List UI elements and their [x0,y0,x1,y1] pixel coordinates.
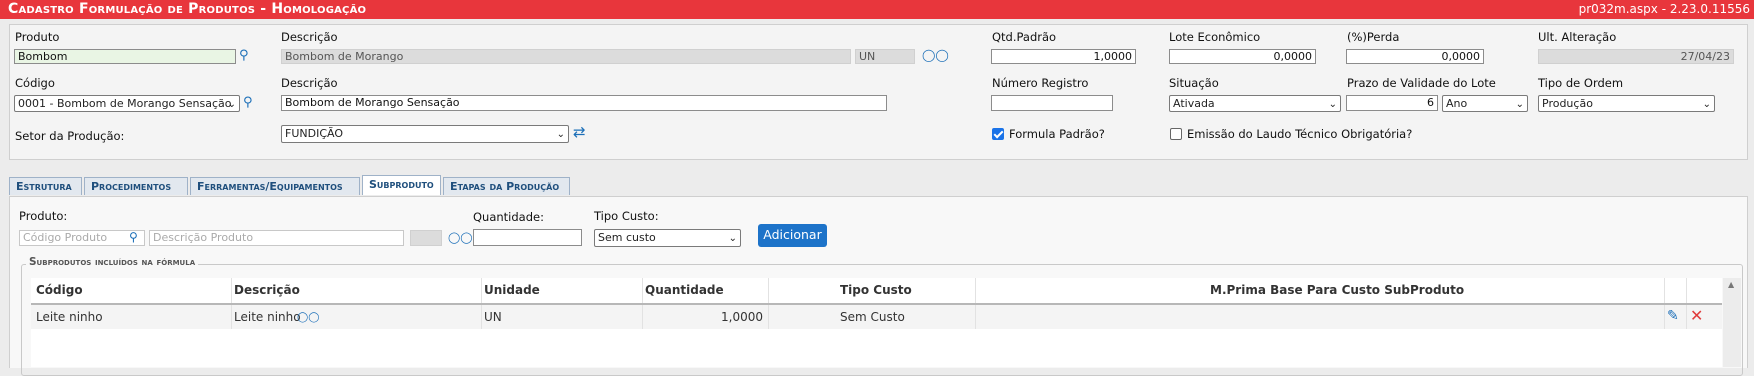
quantidade-input[interactable] [473,229,582,246]
chevron-down-icon: ⌄ [556,129,565,140]
sub-codigo-input[interactable]: Código Produto [19,230,145,246]
codigo-label: Código [15,76,55,90]
sub-descricao-input[interactable]: Descrição Produto [149,230,404,246]
lote-economico-input[interactable]: 0,0000 [1169,49,1316,64]
chevron-down-icon: ⌄ [728,233,737,244]
chevron-down-icon: ⌄ [227,99,236,110]
ult-alteracao-label: Ult. Alteração [1538,30,1617,44]
vertical-scrollbar[interactable]: ▲ [1723,278,1741,367]
binoculars-icon[interactable]: ◯◯ [922,49,949,62]
window-title: Cadastro Formulação de Produtos - Homolo… [8,1,367,17]
adicionar-button[interactable]: Adicionar [758,224,827,247]
binoculars-icon[interactable]: ◯◯ [297,311,319,324]
descricao-readonly-field: Bombom de Morango [281,49,851,64]
tab-procedimentos[interactable]: Procedimentos [84,177,188,195]
prazo-validade-input[interactable]: 6 [1346,95,1438,111]
setor-label: Setor da Produção: [15,129,125,143]
descricao2-label: Descrição [281,76,338,90]
emissao-laudo-checkbox[interactable] [1170,128,1182,140]
tab-estrutura[interactable]: Estrutura [9,177,82,195]
emissao-laudo-label: Emissão do Laudo Técnico Obrigatória? [1187,127,1413,141]
setor-select-value: FUNDIÇÃO [285,127,343,140]
close-icon[interactable]: ✕ [1690,308,1703,324]
cell-tipo-custo: Sem Custo [840,310,905,324]
numero-registro-label: Número Registro [992,76,1089,90]
lote-economico-label: Lote Econômico [1169,30,1261,44]
tipo-ordem-select[interactable]: Produção ⌄ [1538,95,1715,112]
chevron-down-icon: ⌄ [1328,99,1337,110]
chevron-down-icon: ⌄ [1702,99,1711,110]
tipo-ordem-label: Tipo de Ordem [1538,76,1624,90]
prazo-unidade-value: Ano [1446,97,1468,110]
search-icon[interactable]: ⚲ [243,96,253,109]
qtd-padrao-label: Qtd.Padrão [992,30,1057,44]
tipo-custo-label: Tipo Custo: [594,209,659,223]
column-header-tipo-custo[interactable]: Tipo Custo [840,278,912,303]
unidade-readonly-field: UN [855,49,915,64]
sub-unidade-field [410,230,442,246]
qtd-padrao-input[interactable]: 1,0000 [991,49,1136,64]
produto-input[interactable]: Bombom [14,49,236,64]
search-icon[interactable]: ⚲ [129,231,138,244]
perda-label: (%)Perda [1347,30,1400,44]
sub-produto-label: Produto: [19,209,68,223]
formula-padrao-label: Formula Padrão? [1009,127,1105,141]
produto-label: Produto [15,30,60,44]
perda-input[interactable]: 0,0000 [1346,49,1484,64]
descricao2-input[interactable]: Bombom de Morango Sensação [281,95,887,111]
situacao-select[interactable]: Ativada ⌄ [1169,95,1341,112]
cell-quantidade: 1,0000 [721,310,763,324]
situacao-label: Situação [1169,76,1219,90]
binoculars-icon[interactable]: ◯◯ [448,231,473,244]
prazo-unidade-select[interactable]: Ano ⌄ [1442,95,1528,112]
tab-subproduto[interactable]: Subproduto [362,175,441,195]
prazo-validade-label: Prazo de Validade do Lote [1347,76,1496,90]
version-label: pr032m.aspx - 2.23.0.11556 [1578,2,1750,16]
chevron-down-icon: ⌄ [1515,99,1524,110]
scroll-up-arrow-icon[interactable]: ▲ [1728,280,1734,289]
tab-etapas[interactable]: Etapas da Produção [443,177,570,195]
refresh-icon[interactable]: ⇄ [573,125,586,140]
column-header-descricao[interactable]: Descrição [234,278,300,303]
window-titlebar: Cadastro Formulação de Produtos - Homolo… [0,0,1754,19]
column-header-codigo[interactable]: Código [36,278,83,303]
ult-alteracao-field: 27/04/23 [1538,49,1734,64]
codigo-select-value: 0001 - Bombom de Morango Sensação [18,97,232,110]
column-header-mprima[interactable]: M.Prima Base Para Custo SubProduto [1210,278,1464,303]
situacao-select-value: Ativada [1173,97,1215,110]
codigo-select[interactable]: 0001 - Bombom de Morango Sensação ⌄ [14,95,240,112]
cell-codigo: Leite ninho [36,310,103,324]
column-header-quantidade[interactable]: Quantidade [645,278,724,303]
column-header-unidade[interactable]: Unidade [484,278,540,303]
setor-select[interactable]: FUNDIÇÃO ⌄ [281,125,569,143]
descricao-label: Descrição [281,30,338,44]
tipo-custo-value: Sem custo [598,231,656,244]
tipo-custo-select[interactable]: Sem custo ⌄ [594,229,741,247]
tab-ferramentas[interactable]: Ferramentas/Equipamentos [190,177,360,195]
cell-unidade: UN [484,310,502,324]
subprodutos-table: Código Descrição Unidade Quantidade Tipo… [31,278,1722,367]
tipo-ordem-value: Produção [1542,97,1593,110]
search-icon[interactable]: ⚲ [239,49,249,62]
quantidade-label: Quantidade: [473,210,544,224]
header-form [9,24,1748,160]
formula-padrao-checkbox[interactable] [992,128,1004,140]
subprodutos-section-title: Subprodutos incluídos na fórmula [26,256,199,268]
cell-descricao: Leite ninho [234,310,301,324]
numero-registro-input[interactable] [991,95,1113,111]
pencil-icon[interactable]: ✎ [1667,309,1679,323]
